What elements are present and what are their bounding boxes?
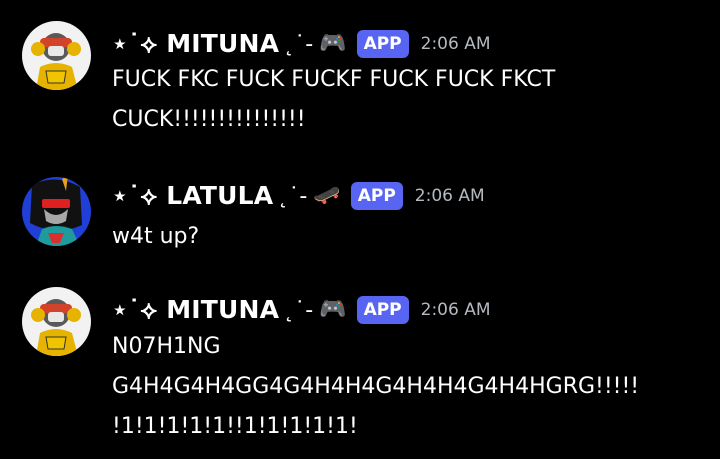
name-prefix: ⋆˙⟡ [112,29,158,58]
avatar-image [22,287,91,356]
message-header: ⋆˙⟡ MITUNA ˛˙- 🎮 APP 2:06 AM [112,27,491,61]
message-content: FUCK FKC FUCK FUCKF FUCK FUCK FKCT CUCK!… [112,60,712,140]
name-suffix: ˛˙- [277,183,308,209]
name-prefix: ⋆˙⟡ [112,295,158,324]
app-badge: APP [350,182,403,210]
message-line: !1!1!1!1!1!!1!1!1!1!1! [112,414,358,439]
name-suffix: ˛˙- [283,297,314,323]
avatar-latula[interactable] [22,177,91,246]
message-line: FUCK FKC FUCK FUCKF FUCK FUCK FKCT [112,67,556,92]
avatar-image [22,177,91,246]
message-line: w4t up? [112,224,200,249]
timestamp[interactable]: 2:06 AM [421,34,491,54]
author-name[interactable]: ⋆˙⟡ MITUNA [112,29,279,59]
game-controller-icon: 🎮 [319,297,347,322]
message-line: CUCK!!!!!!!!!!!!!!! [112,107,306,132]
message-content: N07H1NG G4H4G4H4GG4G4H4H4G4H4H4G4H4HGRG!… [112,327,712,447]
message-content: w4t up? [112,217,712,257]
name-text: MITUNA [166,295,280,324]
game-controller-icon: 🎮 [319,31,347,56]
timestamp[interactable]: 2:06 AM [421,300,491,320]
avatar-image [22,21,91,90]
app-badge: APP [356,296,409,324]
message-line: N07H1NG [112,334,221,359]
message-header: ⋆˙⟡ MITUNA ˛˙- 🎮 APP 2:06 AM [112,293,491,327]
skateboard-icon: 🛹 [313,183,341,208]
name-prefix: ⋆˙⟡ [112,181,158,210]
author-name[interactable]: ⋆˙⟡ LATULA [112,181,273,211]
message-header: ⋆˙⟡ LATULA ˛˙- 🛹 APP 2:06 AM [112,179,485,213]
avatar-mituna[interactable] [22,287,91,356]
name-suffix: ˛˙- [283,31,314,57]
avatar-mituna[interactable] [22,21,91,90]
timestamp[interactable]: 2:06 AM [415,186,485,206]
app-badge: APP [356,30,409,58]
name-text: LATULA [166,181,274,210]
message-line: G4H4G4H4GG4G4H4H4G4H4H4G4H4HGRG!!!!! [112,374,640,399]
name-text: MITUNA [166,29,280,58]
author-name[interactable]: ⋆˙⟡ MITUNA [112,295,279,325]
